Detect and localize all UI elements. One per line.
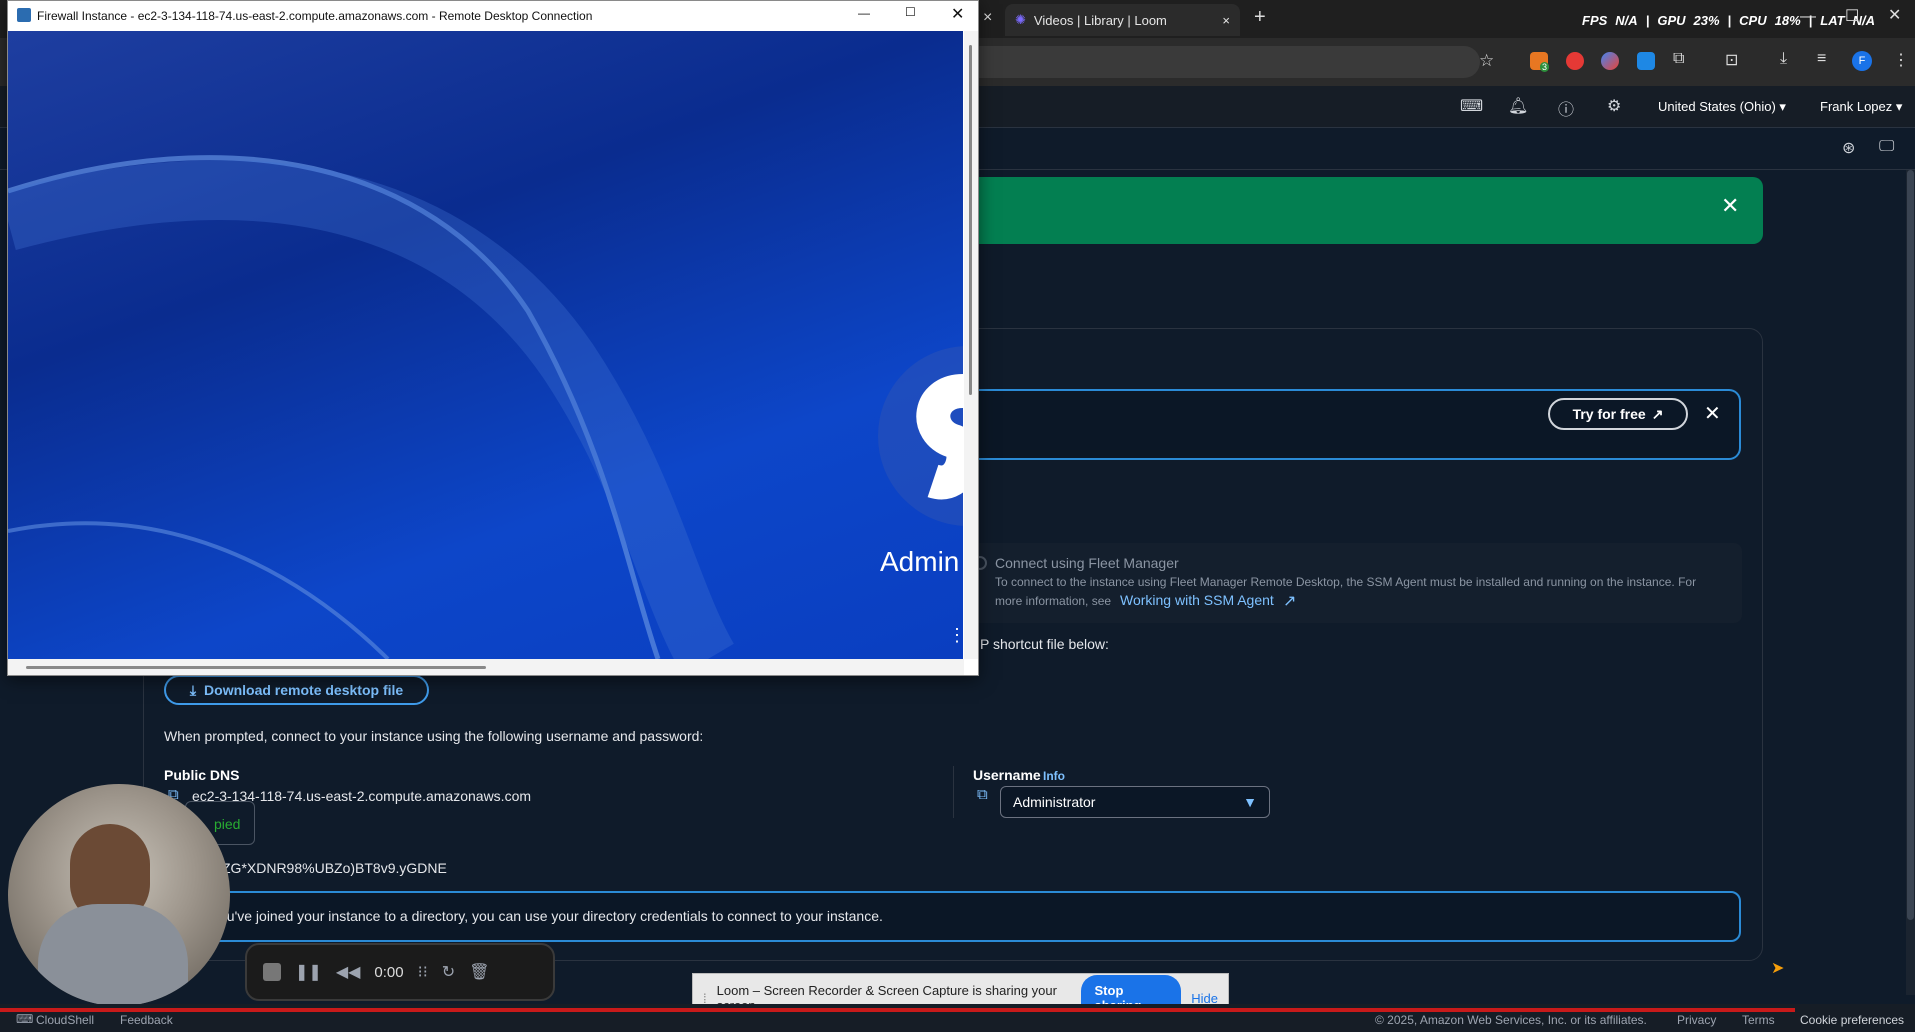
public-dns-label: Public DNS (164, 767, 240, 783)
prompt-text: When prompted, connect to your instance … (164, 728, 704, 744)
wallpaper-art (8, 155, 963, 659)
cloudshell-link[interactable]: CloudShell (36, 1013, 94, 1027)
directory-info-alert: ou've joined your instance to a director… (175, 891, 1741, 942)
remote-desktop-screen[interactable]: Admin ⋮ (8, 31, 963, 659)
stop-record-icon[interactable] (263, 963, 281, 981)
copied-text: pied (214, 816, 241, 832)
gpu-value: 23% (1693, 13, 1720, 28)
rdp-close-icon[interactable]: ✕ (951, 4, 964, 24)
rdp-maximize-icon[interactable]: ☐ (905, 5, 916, 19)
rdp-minimize-icon[interactable]: — (858, 6, 870, 20)
rdp-window: Firewall Instance - ec2-3-134-118-74.us-… (7, 0, 979, 676)
loom-icon: ✺ (1015, 12, 1026, 27)
rdp-horizontal-scrollbar[interactable] (8, 659, 964, 675)
fps-value: N/A (1615, 13, 1638, 28)
perf-overlay: FPS N/A | GPU 23% | CPU 18% | LAT N/A (1582, 13, 1875, 28)
restart-icon[interactable]: ↻ (442, 962, 455, 982)
compass-icon[interactable]: ⊛ (1842, 138, 1855, 158)
username-info-link[interactable]: Info (1043, 769, 1065, 783)
help-icon[interactable]: ⓘ (1558, 96, 1574, 120)
extension-icon-office[interactable]: 3 (1530, 52, 1550, 72)
success-flashbar: ✕ (970, 177, 1763, 244)
download-icon: ⤓ (189, 681, 197, 698)
cpu-value: 18% (1774, 13, 1801, 28)
rdp-title: Firewall Instance - ec2-3-134-118-74.us-… (37, 9, 593, 23)
cloudshell-footer-icon[interactable]: ⌨ (16, 1012, 33, 1026)
extension-icon-blue[interactable] (1637, 52, 1655, 70)
minimize-icon[interactable]: — (1800, 8, 1816, 26)
maximize-icon[interactable]: ☐ (1845, 6, 1859, 26)
mouse-cursor-icon: ➤ (1771, 960, 1785, 977)
fps-label: FPS (1582, 13, 1608, 28)
fleet-title: Connect using Fleet Manager (995, 555, 1179, 571)
display-icon[interactable]: 🖵︎ (1879, 138, 1894, 156)
loom-recording-controls: ❚❚ ◀◀ 0:00 ⁝⁝ ↻ 🗑︎ (245, 943, 555, 1001)
privacy-link[interactable]: Privacy (1677, 1013, 1716, 1027)
rewind-icon[interactable]: ◀◀ (336, 962, 361, 982)
address-bar[interactable] (960, 46, 1480, 78)
lat-label: LAT (1820, 13, 1845, 28)
login-username: Admin (880, 546, 960, 577)
extensions-puzzle-icon[interactable]: ⧉ (1673, 50, 1684, 68)
external-link-icon: ↗ (1283, 593, 1297, 610)
download-icon[interactable]: ⤓ (1780, 50, 1787, 68)
dismiss-promo-icon[interactable]: ✕ (1704, 401, 1721, 426)
download-rdp-button[interactable]: ⤓ Download remote desktop file (164, 675, 429, 705)
copyright-text: © 2025, Amazon Web Services, Inc. or its… (1375, 1013, 1647, 1027)
fleet-desc-2: more information, see (995, 594, 1112, 608)
password-value: ZG*XDNR98%UBZo)BT8v9.yGDNE (222, 860, 447, 876)
extension-icon-red[interactable] (1566, 52, 1584, 70)
webcam-bubble[interactable] (8, 784, 230, 1006)
rdp-app-icon (17, 8, 31, 22)
username-select[interactable]: Administrator ▼ (1000, 786, 1270, 818)
shortcut-file-text: P shortcut file below: (980, 636, 1109, 652)
menu-kebab-icon[interactable]: ⋮ (1893, 50, 1909, 70)
rdp-vertical-scrollbar[interactable] (964, 31, 978, 659)
dismiss-icon[interactable]: ✕ (1721, 193, 1739, 219)
new-tab-button[interactable]: + (1254, 6, 1266, 29)
recording-border (0, 1008, 1795, 1012)
fleet-manager-option[interactable]: Connect using Fleet Manager To connect t… (965, 543, 1742, 623)
tab-loom[interactable]: ✺ Videos | Library | Loom × (1005, 4, 1240, 36)
cloudshell-icon[interactable]: ⌨ (1460, 96, 1483, 116)
pause-icon[interactable]: ❚❚ (295, 962, 322, 982)
recording-timer: 0:00 (374, 963, 404, 981)
close-window-icon[interactable]: ✕ (1888, 5, 1901, 25)
try-for-free-label: Try for free (1572, 406, 1646, 422)
external-link-icon: ↗ (1651, 405, 1664, 422)
bookmark-star-icon[interactable]: ☆ (1479, 51, 1494, 71)
download-label: Download remote desktop file (204, 682, 404, 698)
settings-gear-icon[interactable]: ⚙ (1607, 96, 1621, 116)
delete-icon[interactable]: 🗑︎ (469, 962, 489, 982)
username-label: Username (973, 767, 1041, 783)
caret-down-icon: ▼ (1243, 794, 1257, 810)
gpu-label: GPU (1657, 13, 1686, 28)
cpu-label: CPU (1739, 13, 1767, 28)
ssm-agent-link[interactable]: Working with SSM Agent (1120, 592, 1274, 608)
tab-title: Videos | Library | Loom (1033, 12, 1167, 28)
try-for-free-button[interactable]: Try for free ↗ (1548, 398, 1688, 430)
close-tab-icon[interactable]: × (983, 9, 992, 27)
directory-info-text: ou've joined your instance to a director… (219, 908, 883, 924)
rdp-titlebar: Firewall Instance - ec2-3-134-118-74.us-… (8, 1, 978, 31)
cookie-preferences-link[interactable]: Cookie preferences (1800, 1013, 1904, 1027)
screen-search-icon[interactable]: ⊡ (1725, 50, 1738, 70)
profile-avatar[interactable]: F (1852, 51, 1872, 71)
feedback-link[interactable]: Feedback (120, 1013, 173, 1027)
terms-link[interactable]: Terms (1742, 1013, 1775, 1027)
account-menu[interactable]: Frank Lopez ▾ (1820, 99, 1902, 115)
fleet-desc: To connect to the instance using Fleet M… (995, 575, 1697, 589)
media-icon[interactable]: ≡ (1817, 50, 1826, 68)
notifications-bell-icon[interactable]: 🔔︎ (1508, 96, 1528, 116)
column-divider (953, 766, 954, 818)
extension-icon-color[interactable] (1601, 52, 1619, 70)
grid-icon[interactable]: ⁝⁝ (418, 962, 428, 982)
extension-badge: 3 (1540, 62, 1550, 72)
more-options-icon[interactable]: ⋮ (948, 625, 963, 646)
copy-icon[interactable]: ⧉ (977, 786, 988, 803)
region-selector[interactable]: United States (Ohio) ▾ (1658, 99, 1786, 115)
close-tab-icon[interactable]: × (1222, 13, 1230, 28)
page-scrollbar[interactable] (1906, 170, 1915, 995)
username-value: Administrator (1013, 794, 1096, 810)
